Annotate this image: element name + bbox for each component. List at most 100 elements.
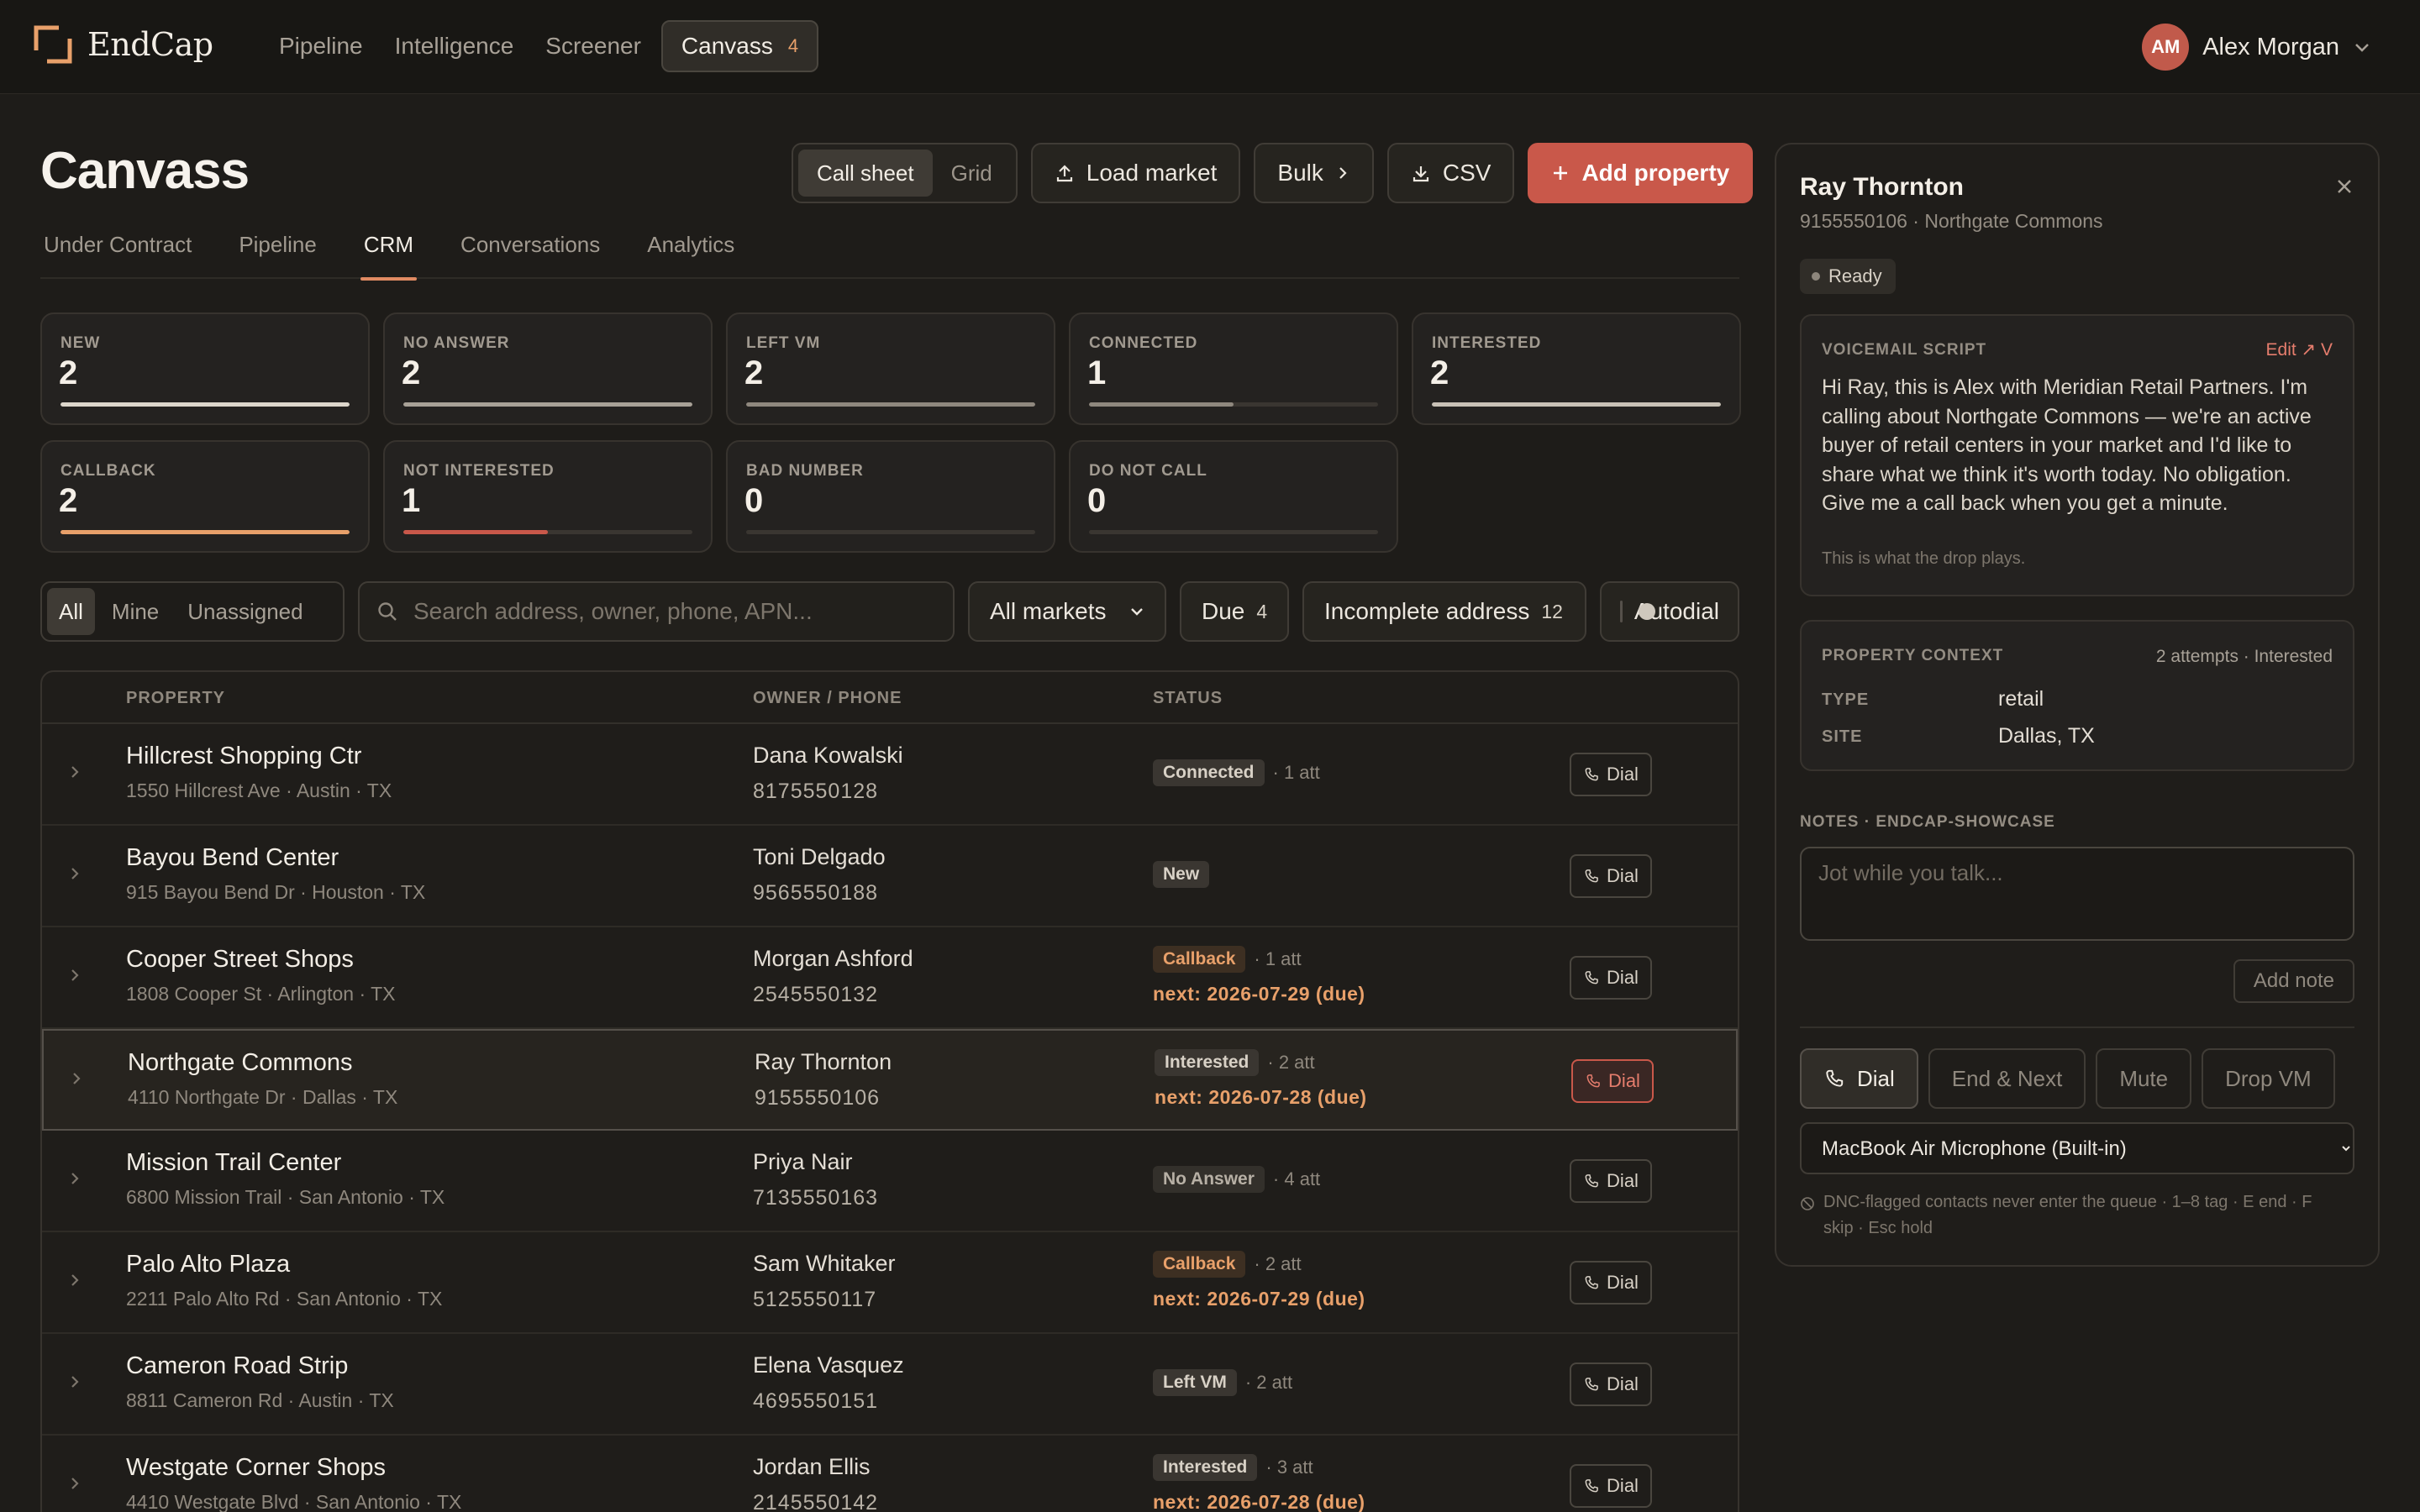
page-toolbar: Call sheet Grid Load market Bulk CSV Add… [792, 143, 1754, 203]
row-dial-label: Dial [1607, 764, 1639, 785]
chevron-right-icon[interactable] [67, 864, 82, 883]
property-name[interactable]: Mission Trail Center [126, 1149, 341, 1177]
row-dial-button[interactable]: Dial [1570, 1362, 1652, 1406]
row-dial-button[interactable]: Dial [1571, 1059, 1654, 1103]
nav-canvass[interactable]: Canvass 4 [660, 20, 819, 72]
status-card-connected[interactable]: CONNECTED 1 [1069, 312, 1398, 425]
column-header-property[interactable]: PROPERTY [126, 689, 225, 708]
chevron-right-icon[interactable] [69, 1069, 84, 1088]
nav-canvass-count: 4 [787, 35, 799, 56]
row-dial-button[interactable]: Dial [1570, 854, 1652, 898]
dial-button[interactable]: Dial [1800, 1048, 1918, 1109]
chevron-right-icon[interactable] [67, 1373, 82, 1391]
status-card-value: 2 [402, 354, 421, 391]
attempt-count: · 2 att [1254, 1253, 1302, 1274]
property-context-card: PROPERTY CONTEXT 2 attempts · Interested… [1800, 620, 2354, 771]
tab-analytics[interactable]: Analytics [644, 222, 738, 279]
tab-crm[interactable]: CRM [360, 222, 418, 281]
due-filter-count: 4 [1256, 600, 1268, 622]
due-filter-button[interactable]: Due 4 [1180, 581, 1289, 642]
bulk-button[interactable]: Bulk [1254, 143, 1374, 203]
column-header-owner[interactable]: OWNER / PHONE [753, 689, 902, 708]
table-row[interactable]: Mission Trail Center 6800 Mission Trail ·… [42, 1131, 1738, 1232]
search-input[interactable] [413, 598, 918, 625]
microphone-select[interactable]: MacBook Air Microphone (Built-in) [1800, 1122, 2354, 1174]
chevron-right-icon[interactable] [67, 763, 82, 781]
status-cell: Callback · 1 att [1153, 946, 1302, 973]
table-row[interactable]: Cooper Street Shops 1808 Cooper St · Arli… [42, 927, 1738, 1029]
chevron-right-icon[interactable] [67, 1271, 82, 1289]
table-row[interactable]: Westgate Corner Shops 4410 Westgate Blvd … [42, 1436, 1738, 1512]
owner-name: Dana Kowalski [753, 743, 903, 768]
chevron-right-icon[interactable] [67, 1474, 82, 1493]
status-card-fill [1089, 402, 1234, 407]
owner-name: Priya Nair [753, 1149, 853, 1174]
row-dial-button[interactable]: Dial [1570, 1261, 1652, 1305]
nav-intelligence[interactable]: Intelligence [383, 20, 526, 72]
end-next-button[interactable]: End & Next [1928, 1048, 2086, 1109]
table-row[interactable]: Northgate Commons 4110 Northgate Dr · Dal… [42, 1029, 1738, 1131]
status-card-left-vm[interactable]: LEFT VM 2 [726, 312, 1055, 425]
autodial-switch[interactable] [1620, 601, 1654, 622]
status-badge: Interested [1153, 1454, 1258, 1481]
status-card-value: 0 [1087, 482, 1107, 519]
row-dial-label: Dial [1607, 1373, 1639, 1394]
csv-label: CSV [1442, 160, 1491, 186]
chevron-right-icon[interactable] [67, 966, 82, 984]
scope-mine-button[interactable]: Mine [100, 588, 171, 635]
edit-voicemail-link[interactable]: Edit ↗ V [2266, 339, 2333, 360]
status-card-not-interested[interactable]: NOT INTERESTED 1 [383, 440, 713, 553]
status-card-callback[interactable]: CALLBACK 2 [40, 440, 370, 553]
row-dial-button[interactable]: Dial [1570, 1464, 1652, 1508]
property-name[interactable]: Cameron Road Strip [126, 1352, 348, 1380]
table-row[interactable]: Bayou Bend Center 915 Bayou Bend Dr · Hou… [42, 826, 1738, 927]
chevron-right-icon[interactable] [67, 1169, 82, 1188]
user-menu[interactable]: AM Alex Morgan [2142, 24, 2371, 71]
scope-unassigned-button[interactable]: Unassigned [176, 588, 314, 635]
load-market-button[interactable]: Load market [1030, 143, 1241, 203]
incomplete-address-button[interactable]: Incomplete address 12 [1302, 581, 1586, 642]
notes-field[interactable] [1800, 847, 2354, 941]
view-call-sheet-button[interactable]: Call sheet [798, 150, 933, 197]
top-bar: EndCap Pipeline Intelligence Screener Ca… [0, 0, 2420, 94]
tab-conversations[interactable]: Conversations [457, 222, 603, 279]
view-grid-button[interactable]: Grid [933, 150, 1011, 197]
property-name[interactable]: Northgate Commons [128, 1049, 353, 1077]
csv-button[interactable]: CSV [1386, 143, 1515, 203]
status-card-new[interactable]: NEW 2 [40, 312, 370, 425]
status-card-bar [60, 530, 350, 534]
tab-under-contract[interactable]: Under Contract [40, 222, 195, 279]
autodial-toggle[interactable]: Autodial [1600, 581, 1739, 642]
phone-icon [1585, 1073, 1602, 1089]
nav-pipeline[interactable]: Pipeline [267, 20, 375, 72]
scope-all-button[interactable]: All [47, 588, 95, 635]
row-dial-button[interactable]: Dial [1570, 753, 1652, 796]
column-header-status[interactable]: STATUS [1153, 689, 1223, 708]
property-name[interactable]: Cooper Street Shops [126, 946, 354, 974]
market-select[interactable]: All markets [968, 581, 1166, 642]
table-row[interactable]: Cameron Road Strip 8811 Cameron Rd · Aust… [42, 1334, 1738, 1436]
status-card-interested[interactable]: INTERESTED 2 [1412, 312, 1741, 425]
row-dial-button[interactable]: Dial [1570, 956, 1652, 1000]
status-card-no-answer[interactable]: NO ANSWER 2 [383, 312, 713, 425]
table-row[interactable]: Palo Alto Plaza 2211 Palo Alto Rd · San A… [42, 1232, 1738, 1334]
property-name[interactable]: Palo Alto Plaza [126, 1251, 290, 1278]
row-dial-button[interactable]: Dial [1570, 1159, 1652, 1203]
status-card-do-not-call[interactable]: DO NOT CALL 0 [1069, 440, 1398, 553]
tab-pipeline[interactable]: Pipeline [235, 222, 320, 279]
add-property-button[interactable]: Add property [1528, 143, 1754, 203]
property-name[interactable]: Bayou Bend Center [126, 844, 339, 872]
add-note-button[interactable]: Add note [2233, 959, 2354, 1003]
phone-icon [1583, 868, 1600, 885]
property-name[interactable]: Hillcrest Shopping Ctr [126, 743, 361, 770]
property-name[interactable]: Westgate Corner Shops [126, 1454, 386, 1482]
nav-screener[interactable]: Screener [534, 20, 653, 72]
status-card-bad-number[interactable]: BAD NUMBER 0 [726, 440, 1055, 553]
logo[interactable]: EndCap [34, 25, 213, 64]
table-row[interactable]: Hillcrest Shopping Ctr 1550 Hillcrest Ave… [42, 724, 1738, 826]
mute-button[interactable]: Mute [2096, 1048, 2192, 1109]
keyboard-help-text: DNC-flagged contacts never enter the que… [1823, 1193, 2312, 1237]
row-dial-label: Dial [1607, 865, 1639, 886]
close-icon[interactable] [2334, 176, 2354, 197]
drop-vm-button[interactable]: Drop VM [2202, 1048, 2335, 1109]
